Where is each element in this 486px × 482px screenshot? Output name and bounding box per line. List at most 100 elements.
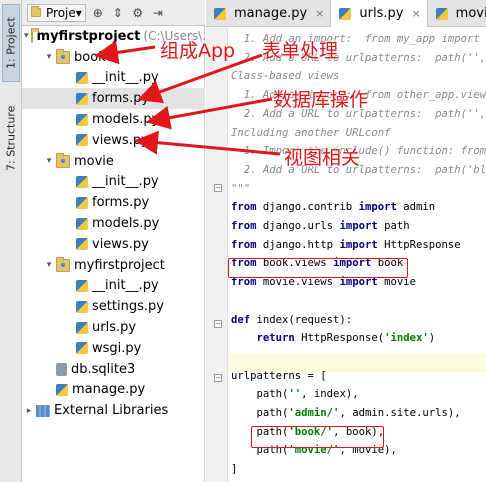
tree-item[interactable]: forms.py	[22, 88, 205, 110]
code-line: path('admin/', admin.site.urls),	[231, 404, 461, 422]
python-file-icon	[76, 279, 88, 292]
tree-item[interactable]: urls.py	[22, 317, 205, 338]
ide-window: 1: Project 7: Structure Proje▾ ⊕ ⇕ ⚙ ⇥ ▾…	[0, 0, 486, 482]
editor-gutter: − − −	[206, 27, 228, 482]
python-file-icon	[76, 196, 88, 209]
expand-arrow-icon[interactable]: ▾	[24, 31, 29, 41]
tree-item[interactable]: views.py	[22, 130, 205, 151]
code-line: """	[231, 180, 250, 198]
fold-marker-icon[interactable]: −	[214, 320, 222, 328]
tree-item[interactable]: __init__.py	[22, 68, 205, 89]
collapse-all-icon[interactable]: ⇕	[110, 5, 126, 21]
code-token: )	[428, 332, 436, 345]
tree-item-label: manage.py	[72, 382, 146, 398]
code-line: path('', index),	[231, 385, 359, 403]
close-tab-icon[interactable]: ×	[315, 7, 324, 20]
editor-tabs: manage.py × urls.py × movie\vi	[206, 0, 486, 27]
tree-item[interactable]: db.sqlite3	[22, 359, 205, 380]
tree-item-label: urls.py	[92, 320, 137, 336]
project-folder-icon	[31, 6, 41, 17]
python-file-icon	[76, 217, 88, 230]
code-token: path(	[231, 388, 289, 401]
code-token: def	[231, 313, 251, 326]
tree-item-label: models.py	[92, 216, 160, 232]
structure-tool-tab[interactable]: 7: Structure	[2, 96, 20, 180]
book-url-highlight-box	[251, 426, 384, 448]
tree-item-label: views.py	[92, 236, 149, 252]
code-line: from django.contrib import admin	[231, 198, 435, 216]
expand-arrow-icon[interactable]: ▾	[44, 156, 54, 166]
editor-tab[interactable]: manage.py ×	[206, 0, 332, 27]
annotation-views: 视图相关	[284, 147, 361, 169]
close-tab-icon[interactable]: ×	[411, 7, 420, 20]
package-folder-icon	[56, 48, 70, 64]
editor-tab[interactable]: urls.py ×	[331, 0, 428, 27]
code-line: Including another URLconf	[231, 124, 390, 142]
code-token: from	[231, 238, 257, 251]
project-view-selector-label: Proje▾	[46, 5, 82, 20]
tree-item[interactable]: ▾ movie	[22, 151, 205, 172]
tree-item[interactable]: manage.py	[22, 380, 205, 401]
python-file-icon	[76, 134, 88, 147]
structure-tool-tab-label: 7: Structure	[4, 105, 18, 171]
tree-item-label: movie	[74, 153, 114, 169]
editor-tab-label: movie\vi	[455, 6, 486, 21]
project-tool-tab[interactable]: 1: Project	[2, 4, 20, 82]
python-file-icon	[76, 300, 88, 313]
code-token: django.contrib	[256, 201, 359, 214]
settings-gear-icon[interactable]: ⚙	[130, 5, 146, 21]
fold-marker-icon[interactable]: −	[214, 374, 222, 382]
code-token: """	[231, 182, 251, 195]
project-view-selector[interactable]: Proje▾	[27, 3, 86, 22]
tree-item-label: __init__.py	[92, 70, 159, 86]
code-token: django.urls	[256, 220, 340, 232]
code-token: HttpResponse	[377, 238, 461, 251]
code-token: from	[231, 220, 257, 232]
tree-item[interactable]: models.py	[22, 213, 205, 234]
code-token: ''	[288, 388, 302, 401]
annotation-forms: 表单处理	[262, 40, 339, 62]
tree-item-label: db.sqlite3	[71, 361, 136, 377]
scroll-from-source-icon[interactable]: ⊕	[90, 5, 106, 21]
code-line: from django.urls import path	[231, 217, 410, 235]
tree-item-label: views.py	[92, 132, 149, 148]
editor-tab-label: manage.py	[234, 6, 308, 21]
code-line: return HttpResponse('index')	[231, 329, 436, 347]
tree-item[interactable]: views.py	[22, 234, 205, 255]
tree-item[interactable]: ▾ myfirstproject	[22, 255, 205, 276]
tree-item-label: myfirstproject	[36, 28, 141, 44]
database-file-icon	[56, 362, 67, 376]
tree-item[interactable]: __init__.py	[22, 276, 205, 297]
code-token: admin	[396, 201, 436, 214]
code-token: , admin.site.urls),	[339, 407, 461, 419]
code-token: from	[231, 201, 257, 214]
python-file-icon	[76, 71, 88, 84]
annotation-models: 数据库操作	[273, 89, 369, 111]
code-token: return	[256, 332, 295, 345]
code-line: ]	[231, 460, 237, 478]
python-file-icon	[214, 7, 226, 20]
python-file-icon	[76, 321, 88, 334]
python-file-icon	[435, 7, 448, 20]
tree-item[interactable]: models.py	[22, 109, 205, 130]
tree-item[interactable]: settings.py	[22, 296, 205, 317]
expand-arrow-icon[interactable]: ▾	[44, 260, 54, 270]
tree-item[interactable]: wsgi.py	[22, 338, 205, 359]
hide-panel-icon[interactable]: ⇥	[150, 5, 166, 21]
code-line: urlpatterns = [	[231, 367, 327, 385]
python-file-icon	[339, 7, 352, 20]
code-token: import	[339, 238, 378, 251]
expand-arrow-icon[interactable]: ▾	[44, 52, 54, 62]
code-token: HttpResponse(	[294, 332, 385, 345]
tree-item[interactable]: forms.py	[22, 192, 205, 213]
tree-item-label: wsgi.py	[92, 340, 142, 356]
code-token: , index),	[301, 388, 359, 401]
code-token: import	[339, 220, 378, 232]
tool-window-strip: 1: Project 7: Structure	[0, 0, 22, 482]
fold-marker-icon[interactable]: −	[214, 184, 222, 192]
python-file-icon	[76, 175, 88, 188]
tree-item[interactable]: __init__.py	[22, 172, 205, 193]
editor-tab[interactable]: movie\vi	[428, 0, 486, 27]
tree-item[interactable]: ▸ External Libraries	[22, 400, 205, 421]
